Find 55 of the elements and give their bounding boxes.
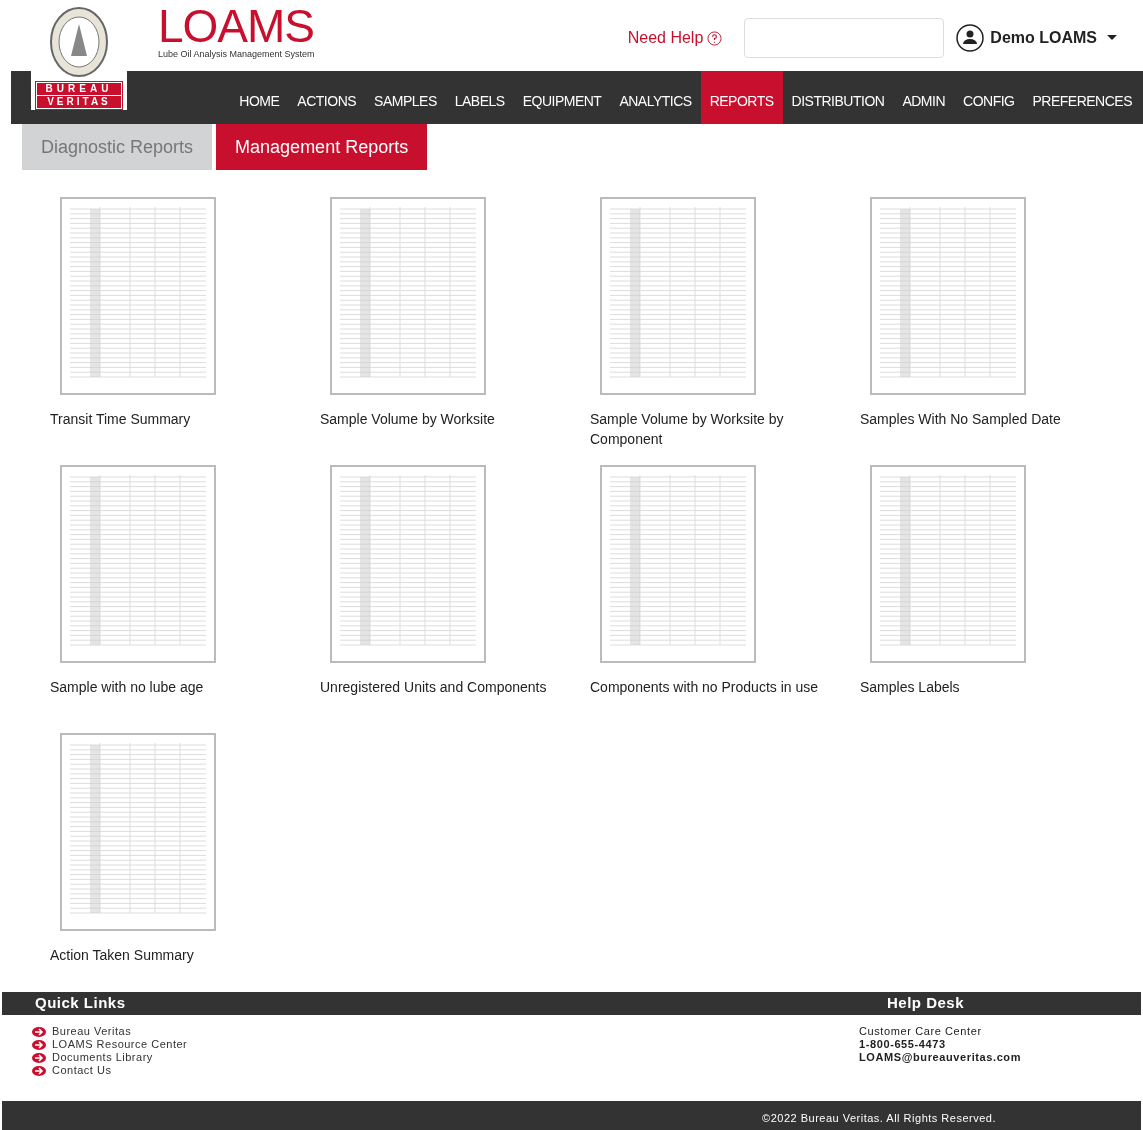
help-desk-title: Help Desk	[886, 993, 964, 1014]
search-field[interactable]	[744, 18, 945, 58]
help-desk-text: LOAMS@bureauveritas.com	[859, 1051, 1023, 1064]
report-title[interactable]: Samples Labels	[860, 677, 1100, 697]
seal-drawing	[49, 6, 109, 78]
user-icon	[956, 24, 985, 52]
report-thumbnail-drawing[interactable]	[600, 465, 756, 663]
nav-link[interactable]: DISTRIBUTION	[782, 71, 894, 124]
user-menu-button[interactable]: Demo LOAMS	[956, 24, 1117, 52]
quick-link[interactable]: LOAMS Resource Center	[32, 1038, 188, 1051]
nav-link[interactable]: EQUIPMENT	[513, 71, 611, 124]
caret-icon	[1107, 35, 1117, 41]
report-thumbnail-drawing[interactable]	[60, 733, 216, 931]
arrow-icon	[32, 1065, 46, 1076]
nav-link[interactable]: ADMIN	[893, 71, 954, 124]
brand-text: BUREAU	[45, 83, 113, 95]
nav-link[interactable]: CONFIG	[954, 71, 1024, 124]
nav-link[interactable]: HOME	[230, 71, 289, 124]
nav-link[interactable]: PREFERENCES	[1023, 71, 1141, 124]
report-title[interactable]: Components with no Products in use	[590, 677, 830, 697]
report-title[interactable]: Sample Volume by Worksite	[320, 409, 560, 429]
nav-link[interactable]: SAMPLES	[365, 71, 446, 124]
report-title[interactable]: Samples With No Sampled Date	[860, 409, 1100, 429]
help-link[interactable]: Need Help	[627, 26, 723, 50]
report-thumbnail-drawing[interactable]	[330, 465, 486, 663]
nav-link[interactable]: ANALYTICS	[610, 71, 701, 124]
report-tab[interactable]: Management Reports	[216, 124, 428, 170]
nav-link[interactable]: LABELS	[445, 71, 514, 124]
brand-text: VERITAS	[37, 95, 121, 108]
report-thumbnail-drawing[interactable]	[60, 465, 216, 663]
quick-links-title: Quick Links	[35, 993, 126, 1014]
report-title[interactable]: Sample Volume by Worksite by Component	[590, 409, 830, 449]
help-icon	[707, 30, 723, 46]
report-title[interactable]: Action Taken Summary	[50, 945, 290, 965]
help-desk-text: 1-800-655-4473	[859, 1038, 947, 1051]
report-thumbnail-drawing[interactable]	[870, 197, 1026, 395]
arrow-icon	[32, 1052, 46, 1063]
nav-link[interactable]: REPORTS	[700, 71, 783, 124]
arrow-icon	[32, 1039, 46, 1050]
nav-link[interactable]: ACTIONS	[288, 71, 366, 124]
report-title[interactable]: Unregistered Units and Components	[320, 677, 560, 697]
report-title[interactable]: Transit Time Summary	[50, 409, 290, 429]
product-tagline: Lube Oil Analysis Management System	[158, 48, 315, 61]
arrow-icon	[32, 1026, 46, 1037]
report-thumbnail-drawing[interactable]	[330, 197, 486, 395]
help-desk-text: Customer Care Center	[859, 1025, 983, 1038]
quick-link[interactable]: Bureau Veritas	[32, 1025, 188, 1038]
report-title[interactable]: Sample with no lube age	[50, 677, 290, 697]
quick-link[interactable]: Documents Library	[32, 1051, 188, 1064]
report-thumbnail-drawing[interactable]	[600, 197, 756, 395]
quick-link[interactable]: Contact Us	[32, 1064, 188, 1077]
report-thumbnail-drawing[interactable]	[870, 465, 1026, 663]
copyright-text: ©2022 Bureau Veritas. All Rights Reserved.	[762, 1110, 996, 1126]
product-logo: LOAMS	[158, 2, 315, 50]
report-thumbnail-drawing[interactable]	[60, 197, 216, 395]
